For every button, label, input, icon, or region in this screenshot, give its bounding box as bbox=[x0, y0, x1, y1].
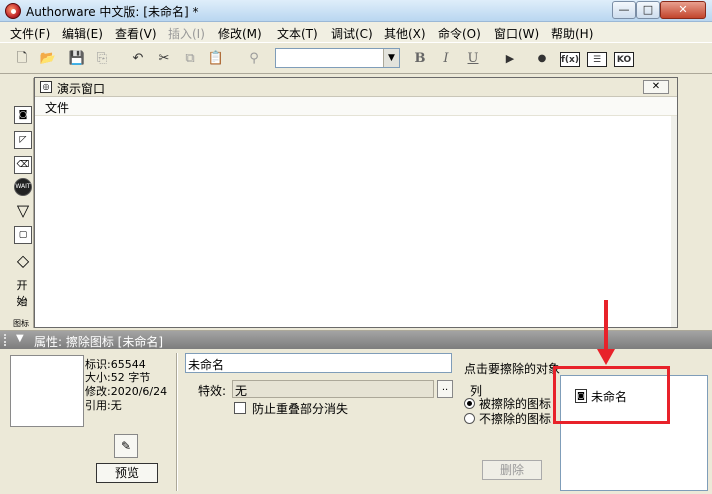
presentation-window-icon: ◎ bbox=[40, 81, 52, 93]
icon-preview-box bbox=[10, 355, 84, 427]
radio-not-erased-label: 不擦除的图标 bbox=[479, 412, 552, 426]
functions-icon[interactable]: f(x) bbox=[560, 52, 580, 67]
prevent-overlap-checkbox[interactable] bbox=[234, 402, 246, 414]
presentation-menu-bar: 文件 bbox=[35, 97, 677, 116]
open-file-icon[interactable]: 📂 bbox=[38, 49, 58, 69]
find-icon[interactable]: ⚲ bbox=[244, 49, 264, 69]
icon-references-text: 引用:无 bbox=[85, 399, 122, 412]
title-bar: Authorware 中文版: [未命名] * — □ ✕ bbox=[0, 0, 712, 22]
menu-help[interactable]: 帮助(H) bbox=[551, 25, 593, 42]
maximize-button[interactable]: □ bbox=[636, 1, 660, 19]
menu-command[interactable]: 命令(O) bbox=[438, 25, 481, 42]
italic-button[interactable]: I bbox=[436, 49, 456, 69]
variables-icon[interactable]: ☰ bbox=[587, 52, 607, 67]
framework-icon[interactable]: ▢ bbox=[14, 226, 32, 244]
icon-palette: ◙ ◸ ⌫ WAIT ▽ ▢ ◇ 开始 ◁ 图标 bbox=[10, 78, 34, 328]
paste-icon[interactable]: 📋 bbox=[206, 49, 226, 69]
effect-options-button[interactable]: .. bbox=[437, 380, 453, 398]
new-file-icon[interactable]: 🗋 bbox=[12, 49, 32, 69]
menu-modify[interactable]: 修改(M) bbox=[218, 25, 262, 42]
motion-icon[interactable]: ◸ bbox=[14, 131, 32, 149]
preview-button[interactable]: 预览 bbox=[96, 463, 158, 483]
save-all-icon[interactable]: 💾 bbox=[67, 49, 87, 69]
control-panel-icon[interactable]: ● bbox=[532, 49, 552, 69]
presentation-window-titlebar[interactable]: ◎ 演示窗口 ✕ bbox=[35, 78, 677, 97]
prevent-overlap-label: 防止重叠部分消失 bbox=[252, 402, 349, 416]
presentation-window[interactable]: ◎ 演示窗口 ✕ 文件 bbox=[34, 77, 678, 328]
copy-icon[interactable]: ⧉ bbox=[180, 49, 200, 69]
window-title: Authorware 中文版: [未命名] * bbox=[26, 5, 199, 19]
menu-bar: 文件(F) 编辑(E) 查看(V) 插入(I) 修改(M) 文本(T) 调试(C… bbox=[0, 22, 712, 42]
knowledge-objects-icon[interactable]: KO bbox=[614, 52, 634, 67]
restart-icon[interactable]: ▶ bbox=[500, 49, 520, 69]
display-icon[interactable]: ◙ bbox=[14, 106, 32, 124]
panel-grip-icon[interactable] bbox=[4, 334, 10, 346]
decision-icon[interactable]: ◇ bbox=[14, 253, 32, 271]
authorware-logo-icon bbox=[5, 3, 21, 19]
annotation-highlight-box bbox=[553, 366, 670, 424]
interaction-icon[interactable]: ◁ bbox=[14, 294, 32, 312]
cut-icon[interactable]: ✂ bbox=[154, 49, 174, 69]
effect-label: 特效: bbox=[198, 384, 227, 398]
close-button[interactable]: ✕ bbox=[660, 1, 706, 19]
panel-divider bbox=[176, 353, 178, 491]
edit-pencil-icon: ✎ bbox=[120, 439, 132, 453]
bold-button[interactable]: B bbox=[410, 49, 430, 69]
presentation-menu-file[interactable]: 文件 bbox=[45, 99, 69, 116]
menu-file[interactable]: 文件(F) bbox=[10, 25, 50, 42]
effect-field[interactable]: 无 bbox=[232, 380, 434, 398]
presentation-window-title: 演示窗口 bbox=[57, 82, 106, 96]
text-style-combo[interactable]: ▼ bbox=[275, 48, 400, 68]
undo-icon[interactable]: ↶ bbox=[128, 49, 148, 69]
menu-debug[interactable]: 调试(C) bbox=[331, 25, 373, 42]
minimize-button[interactable]: — bbox=[612, 1, 636, 19]
menu-insert[interactable]: 插入(I) bbox=[168, 25, 205, 42]
menu-edit[interactable]: 编辑(E) bbox=[62, 25, 103, 42]
menu-view[interactable]: 查看(V) bbox=[115, 25, 157, 42]
presentation-scrollbar[interactable] bbox=[671, 116, 677, 327]
radio-not-erased-icons[interactable] bbox=[464, 413, 475, 424]
chevron-down-icon[interactable]: ▼ bbox=[383, 49, 399, 67]
collapse-toggle-icon[interactable]: ▼ bbox=[16, 333, 24, 344]
click-object-hint: 点击要擦除的对象 bbox=[464, 362, 561, 376]
menu-text[interactable]: 文本(T) bbox=[277, 25, 318, 42]
menu-other[interactable]: 其他(X) bbox=[384, 25, 426, 42]
menu-window[interactable]: 窗口(W) bbox=[494, 25, 539, 42]
delete-button[interactable]: 删除 bbox=[482, 460, 542, 480]
toolbar: 🗋 📂 💾 ⎘ ↶ ✂ ⧉ 📋 ⚲ ▼ B I U ▶ ● f(x) ☰ KO bbox=[0, 42, 712, 74]
annotation-arrow-line bbox=[604, 300, 608, 352]
underline-button[interactable]: U bbox=[463, 49, 483, 69]
open-icon-button[interactable]: ✎ bbox=[114, 434, 138, 458]
icon-name-input[interactable]: 未命名 bbox=[185, 353, 452, 373]
annotation-arrow-head-icon bbox=[597, 349, 615, 365]
presentation-close-button[interactable]: ✕ bbox=[643, 80, 669, 94]
navigate-icon[interactable]: ▽ bbox=[14, 203, 32, 221]
properties-title: 属性: 擦除图标 [未命名] bbox=[34, 335, 164, 349]
erase-icon[interactable]: ⌫ bbox=[14, 156, 32, 174]
import-icon[interactable]: ⎘ bbox=[92, 49, 112, 69]
radio-erased-icons[interactable] bbox=[464, 398, 475, 409]
wait-icon[interactable]: WAIT bbox=[14, 178, 32, 196]
